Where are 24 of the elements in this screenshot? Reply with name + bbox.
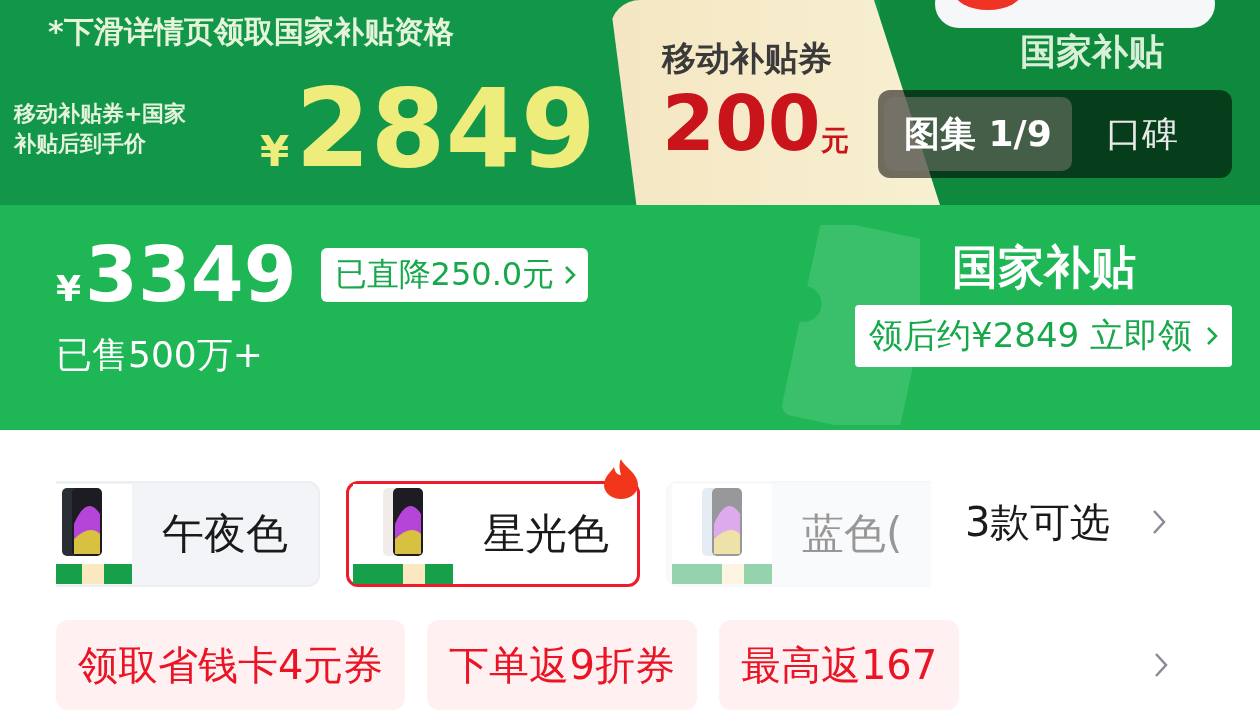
more-variants-link[interactable]: 3款可选 (959, 493, 1117, 551)
coupon-tag[interactable]: 下单返9折券 (427, 620, 697, 710)
coupon-amount: 200元 (662, 82, 849, 166)
claim-button[interactable]: 领后约¥2849 立即领 (855, 305, 1232, 367)
price: ¥3349 (56, 237, 297, 313)
sold-count: 已售500万+ (56, 333, 264, 377)
chevron-right-icon (1154, 652, 1168, 678)
coupon-tag[interactable]: 领取省钱卡4元券 (56, 620, 406, 710)
subsidy-heading: 国家补贴 (951, 239, 1136, 296)
discount-badge[interactable]: 已直降250.0元 (320, 248, 589, 302)
coupon-tag[interactable]: 最高返167 (718, 620, 960, 710)
chevron-right-icon (1152, 509, 1167, 535)
variant-option[interactable]: 午夜色 (56, 481, 320, 587)
gallery-tab[interactable]: 图集 1/9 (884, 97, 1072, 171)
coupon-title: 移动补贴券 (662, 37, 833, 80)
banner-caption: 移动补贴券+国家 (14, 100, 188, 128)
gallery-tab[interactable]: 口碑 (1085, 97, 1198, 171)
banner-notice: *下滑详情页领取国家补贴资格 (48, 13, 455, 51)
variant-option[interactable]: 星光色 (346, 481, 640, 587)
subsidy-title: 国家补贴 (1020, 30, 1165, 74)
banner-price: ¥2849 (260, 75, 596, 183)
banner-caption: 补贴后到手价 (14, 130, 147, 158)
chevron-right-icon (564, 265, 577, 285)
chevron-right-icon (1206, 326, 1218, 346)
